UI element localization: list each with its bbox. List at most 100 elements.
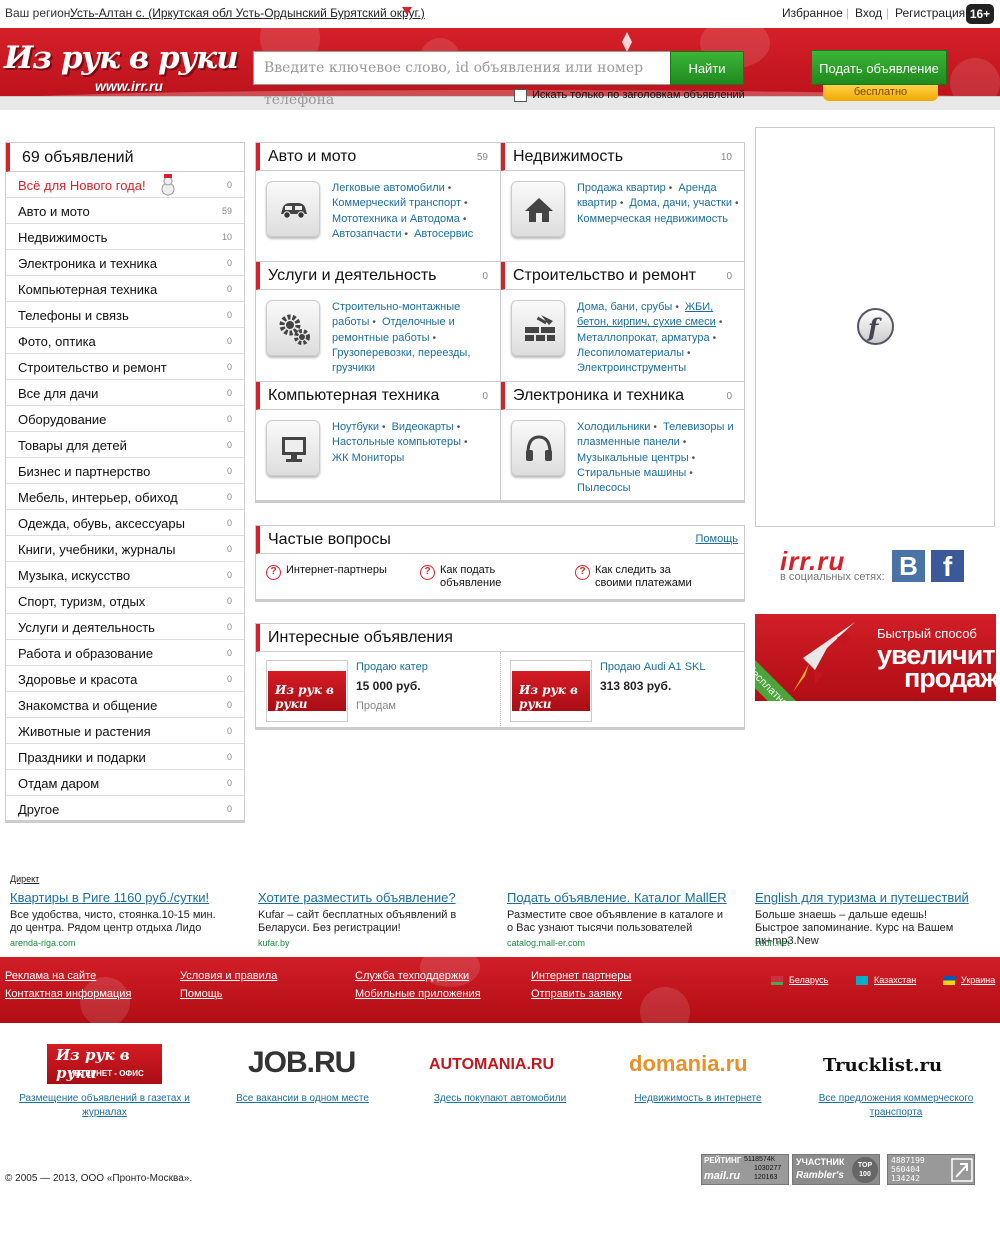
subcategory-link[interactable]: Лесопиломатериалы bbox=[577, 347, 684, 359]
partner-logo-domania[interactable]: domania.ru bbox=[629, 1051, 748, 1077]
faq-item-link[interactable]: Как следить за своими платежами bbox=[595, 564, 705, 590]
footer-link[interactable]: Служба техподдержки bbox=[355, 970, 469, 982]
partner-logo-trucklist[interactable]: Trucklist.ru bbox=[823, 1055, 942, 1076]
sidebar-item-free[interactable]: Отдам даром 0 bbox=[6, 770, 244, 796]
subcategory-link[interactable]: Видеокарты bbox=[392, 421, 454, 433]
direct-ad-url[interactable]: kufar.by bbox=[258, 938, 290, 948]
subcategory-link[interactable]: Ноутбуки bbox=[332, 421, 379, 433]
partner-caption-link[interactable]: Недвижимость в интернете bbox=[618, 1092, 778, 1106]
ad-title-link[interactable]: Продаю Audi A1 SKL bbox=[600, 661, 706, 673]
car-icon[interactable] bbox=[266, 181, 320, 237]
sidebar-item-furniture[interactable]: Мебель, интерьер, обиход 0 bbox=[6, 484, 244, 510]
sidebar-item-computers[interactable]: Компьютерная техника 0 bbox=[6, 276, 244, 302]
direct-ad-title[interactable]: Хотите разместить объявление? bbox=[258, 890, 456, 905]
favorites-link[interactable]: Избранное bbox=[782, 6, 843, 20]
sidebar-item-construction[interactable]: Строительство и ремонт 0 bbox=[6, 354, 244, 380]
sidebar-item-electronics[interactable]: Электроника и техника 0 bbox=[6, 250, 244, 276]
ad-thumbnail[interactable]: Из рук в руки bbox=[510, 660, 592, 722]
category-title-link[interactable]: Недвижимость bbox=[513, 148, 623, 166]
direct-label[interactable]: Директ bbox=[10, 874, 39, 884]
subcategory-link[interactable]: ЖК Мониторы bbox=[332, 452, 404, 464]
faq-item-link[interactable]: Интернет-партнеры bbox=[286, 564, 406, 577]
footer-link[interactable]: Интернет партнеры bbox=[531, 970, 631, 982]
subcategory-link[interactable]: Автосервис bbox=[414, 228, 473, 240]
sidebar-item-phones[interactable]: Телефоны и связь 0 bbox=[6, 302, 244, 328]
partner-caption-link[interactable]: Здесь покупают автомобили bbox=[420, 1092, 580, 1106]
sidebar-item-photo[interactable]: Фото, оптика 0 bbox=[6, 328, 244, 354]
subcategory-link[interactable]: Грузоперевозки, переезды, грузчики bbox=[332, 347, 470, 374]
sidebar-item-kids[interactable]: Товары для детей 0 bbox=[6, 432, 244, 458]
search-button[interactable]: Найти bbox=[670, 51, 744, 85]
faq-item-link[interactable]: Как подать объявление bbox=[440, 564, 550, 590]
sidebar-item-music[interactable]: Музыка, искусство 0 bbox=[6, 562, 244, 588]
partner-logo-irr[interactable]: Из рук в руки ИНТЕРНЕТ - ОФИС bbox=[47, 1044, 162, 1084]
liveinternet-counter[interactable]: 4887199 560404 134242 bbox=[887, 1154, 975, 1185]
facebook-icon[interactable]: f bbox=[931, 550, 964, 582]
sidebar-item-other[interactable]: Другое 0 bbox=[6, 796, 244, 822]
rambler-counter[interactable]: УЧАСТНИК Rambler's TOP 100 bbox=[792, 1154, 880, 1185]
subcategory-link[interactable]: Музыкальные центры bbox=[577, 452, 689, 464]
direct-ad-title[interactable]: Квартиры в Риге 1160 руб./сутки! bbox=[10, 890, 209, 905]
subcategory-link[interactable]: Дома, бани, срубы bbox=[577, 301, 672, 313]
sidebar-item-dacha[interactable]: Все для дачи 0 bbox=[6, 380, 244, 406]
subcategory-link[interactable]: Холодильники bbox=[577, 421, 650, 433]
country-link-ukraine[interactable]: Украина bbox=[961, 975, 995, 985]
direct-ad-title[interactable]: Подать объявление. Каталог MallER bbox=[507, 890, 727, 905]
category-title-link[interactable]: Строительство и ремонт bbox=[513, 267, 696, 285]
category-title-link[interactable]: Компьютерная техника bbox=[268, 387, 439, 405]
login-link[interactable]: Вход bbox=[855, 6, 882, 20]
footer-link[interactable]: Мобильные приложения bbox=[355, 988, 481, 1000]
subcategory-link[interactable]: Продажа квартир bbox=[577, 182, 666, 194]
sidebar-item-business[interactable]: Бизнес и партнерство 0 bbox=[6, 458, 244, 484]
partner-caption-link[interactable]: Размещение объявлений в газетах и журнал… bbox=[8, 1092, 201, 1120]
bricks-icon[interactable] bbox=[511, 300, 565, 356]
sidebar-item-jobs[interactable]: Работа и образование 0 bbox=[6, 640, 244, 666]
category-title-link[interactable]: Электроника и техника bbox=[513, 387, 684, 405]
footer-link[interactable]: Помощь bbox=[180, 988, 223, 1000]
promo-banner[interactable]: бесплатно* Быстрый способ увеличить прод… bbox=[755, 614, 996, 701]
sidebar-item-equipment[interactable]: Оборудование 0 bbox=[6, 406, 244, 432]
category-title-link[interactable]: Авто и мото bbox=[268, 148, 356, 166]
sidebar-item-books[interactable]: Книги, учебники, журналы 0 bbox=[6, 536, 244, 562]
footer-link[interactable]: Контактная информация bbox=[5, 988, 131, 1000]
subcategory-link[interactable]: Коммерческий транспорт bbox=[332, 197, 461, 209]
sidebar-item-animals[interactable]: Животные и растения 0 bbox=[6, 718, 244, 744]
sidebar-item-sport[interactable]: Спорт, туризм, отдых 0 bbox=[6, 588, 244, 614]
footer-link[interactable]: Реклама на сайте bbox=[5, 970, 96, 982]
help-link[interactable]: Помощь bbox=[696, 533, 739, 545]
region-dropdown-arrow-icon[interactable] bbox=[402, 7, 412, 15]
subcategory-link[interactable]: Коммерческая недвижимость bbox=[577, 213, 728, 225]
mailru-counter[interactable]: РЕЙТИНГ 5118574К 1030277 120163 mail.ru bbox=[701, 1154, 789, 1185]
region-selector-link[interactable]: Усть-Алтан с. (Иркутская обл Усть-Ордынс… bbox=[70, 6, 425, 20]
partner-logo-jobru[interactable]: JOB.RU bbox=[248, 1046, 356, 1080]
house-icon[interactable] bbox=[511, 181, 565, 237]
title-only-checkbox[interactable] bbox=[514, 89, 527, 102]
register-link[interactable]: Регистрация bbox=[895, 6, 965, 20]
sidebar-item-services[interactable]: Услуги и деятельность 0 bbox=[6, 614, 244, 640]
subcategory-link[interactable]: Настольные компьютеры bbox=[332, 436, 461, 448]
flash-banner-placeholder[interactable]: f bbox=[755, 127, 995, 527]
direct-ad-url[interactable]: arenda-riga.com bbox=[10, 938, 76, 948]
sidebar-item-holidays[interactable]: Праздники и подарки 0 bbox=[6, 744, 244, 770]
direct-ad-title[interactable]: English для туризма и путешествий bbox=[755, 890, 969, 905]
subcategory-link[interactable]: Пылесосы bbox=[577, 482, 631, 494]
partner-logo-automania[interactable]: AUTOMANIA.RU bbox=[429, 1056, 554, 1074]
sidebar-item-dating[interactable]: Знакомства и общение 0 bbox=[6, 692, 244, 718]
gears-icon[interactable] bbox=[266, 300, 320, 356]
footer-link[interactable]: Условия и правила bbox=[180, 970, 277, 982]
search-input[interactable]: Введите ключевое слово, id объявления ил… bbox=[253, 51, 671, 108]
partner-caption-link[interactable]: Все вакансии в одном месте bbox=[220, 1092, 385, 1106]
footer-link[interactable]: Отправить заявку bbox=[531, 988, 622, 1000]
country-link-kazakhstan[interactable]: Казахстан bbox=[874, 975, 916, 985]
subcategory-link[interactable]: Дома, дачи, участки bbox=[629, 197, 732, 209]
post-ad-button[interactable]: Подать объявление bbox=[811, 50, 947, 85]
title-only-label[interactable]: Искать только по заголовкам объявлений bbox=[532, 89, 745, 101]
subcategory-link[interactable]: Стиральные машины bbox=[577, 467, 686, 479]
direct-ad-url[interactable]: catalog.mall-er.com bbox=[507, 938, 585, 948]
sidebar-item-clothes[interactable]: Одежда, обувь, аксессуары 0 bbox=[6, 510, 244, 536]
sidebar-item-health[interactable]: Здоровье и красота 0 bbox=[6, 666, 244, 692]
ad-thumbnail[interactable]: Из рук в руки bbox=[266, 660, 348, 722]
subcategory-link[interactable]: Легковые автомобили bbox=[332, 182, 445, 194]
sidebar-item-auto[interactable]: Авто и мото 59 bbox=[6, 198, 244, 224]
vk-icon[interactable]: В bbox=[892, 550, 925, 582]
